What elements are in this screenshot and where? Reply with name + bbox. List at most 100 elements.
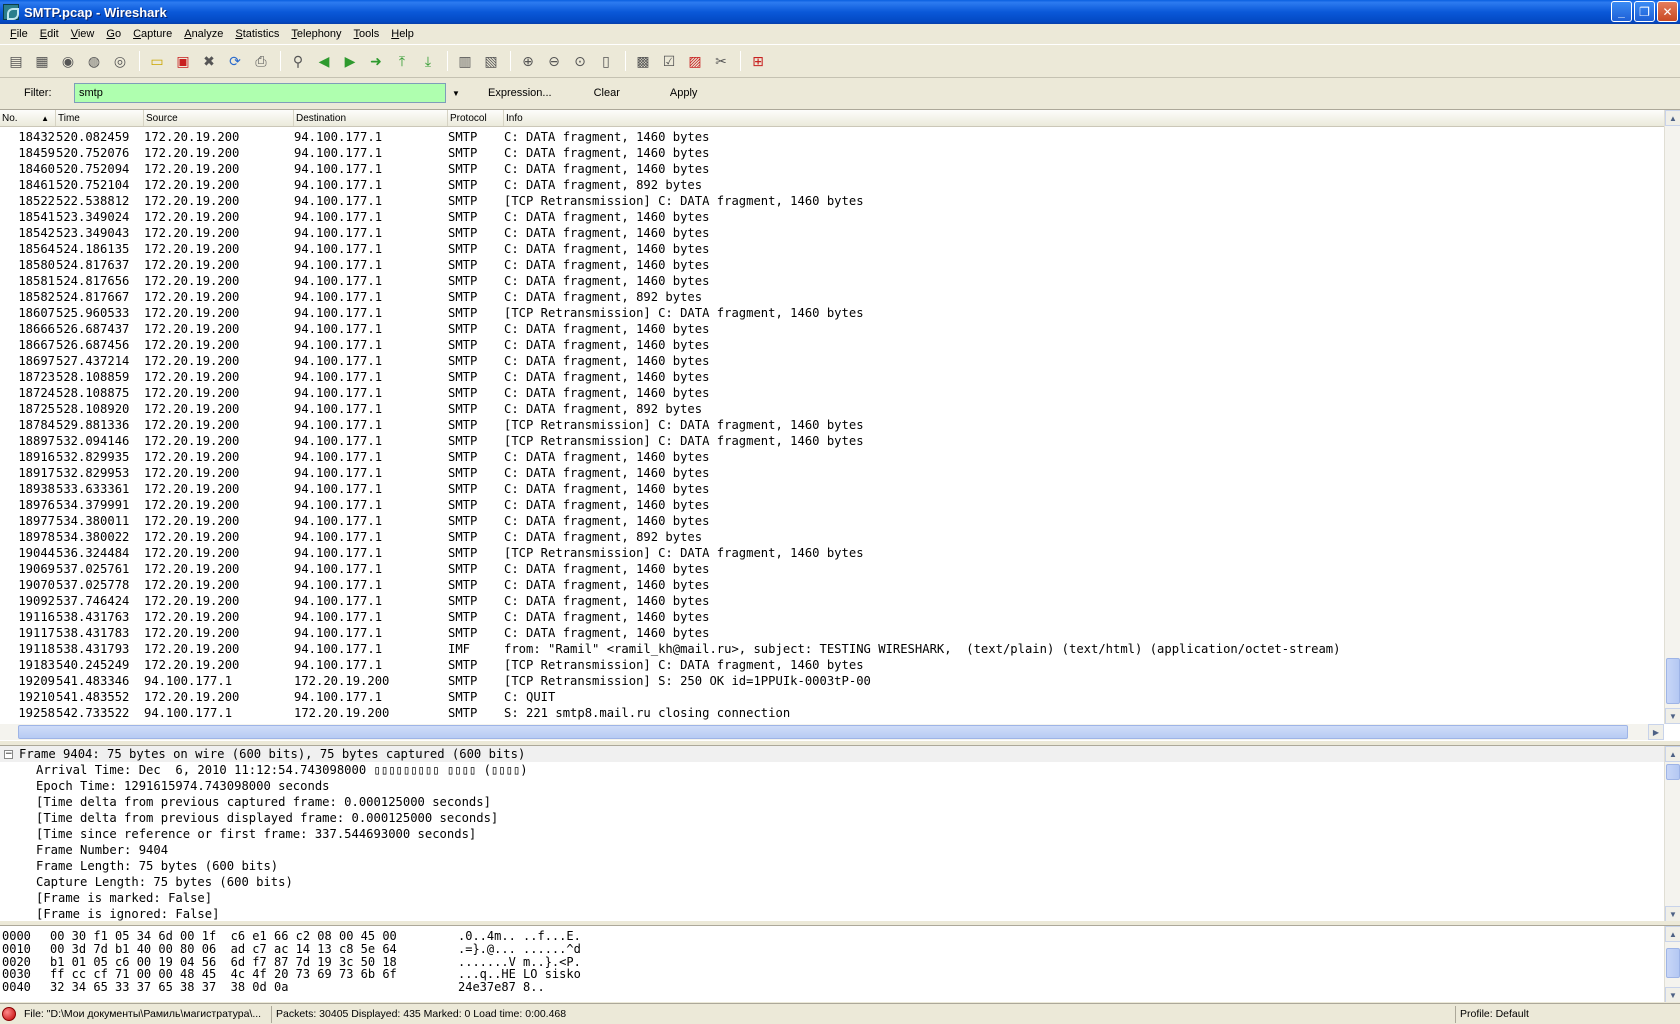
detail-line[interactable]: Capture Length: 75 bytes (600 bits) [0,874,1680,890]
packet-list-hscrollbar[interactable]: ▶ [0,724,1664,740]
packet-row[interactable]: 18460 520.752094 172.20.19.200 94.100.177.1… [0,161,1664,177]
close-button[interactable]: ✕ [1657,1,1678,22]
packet-row[interactable]: 19092 537.746424 172.20.19.200 94.100.177.1… [0,593,1664,609]
detail-line[interactable]: [Time delta from previous captured frame… [0,794,1680,810]
menu-edit[interactable]: Edit [34,28,65,40]
details-scroll-down-icon[interactable]: ▼ [1665,906,1680,921]
detail-line[interactable]: [Frame is marked: False] [0,890,1680,906]
menu-file[interactable]: File [4,28,34,40]
column-no[interactable]: No. ▲ [0,110,56,126]
detail-line[interactable]: [Time delta from previous displayed fram… [0,810,1680,826]
bytes-vscrollbar[interactable]: ▲ ▼ [1664,926,1680,1002]
packet-row[interactable]: 18978 534.380022 172.20.19.200 94.100.177.1… [0,529,1664,545]
start-capture-icon[interactable]: ◉ [56,49,80,73]
packet-row[interactable]: 18723 528.108859 172.20.19.200 94.100.177.1… [0,369,1664,385]
restart-capture-icon[interactable]: ◎ [108,49,132,73]
packet-row[interactable]: 18938 533.633361 172.20.19.200 94.100.177.1… [0,481,1664,497]
packet-row[interactable]: 19258 542.733522 94.100.177.1 172.20.19.200… [0,705,1664,721]
clear-button[interactable]: Clear [584,87,630,99]
packet-row[interactable]: 18581 524.817656 172.20.19.200 94.100.177.1… [0,273,1664,289]
stop-capture-icon[interactable]: ◍ [82,49,106,73]
reload-icon[interactable]: ⟳ [223,49,247,73]
packet-row[interactable]: 19116 538.431763 172.20.19.200 94.100.177.1… [0,609,1664,625]
details-vscrollbar[interactable]: ▲ ▼ [1664,746,1680,921]
expression-button[interactable]: Expression... [478,87,562,99]
packet-row[interactable]: 18916 532.829935 172.20.19.200 94.100.177.1… [0,449,1664,465]
go-back-icon[interactable]: ◀ [312,49,336,73]
expert-info-icon[interactable] [2,1007,16,1021]
zoom-out-icon[interactable]: ⊖ [542,49,566,73]
packet-row[interactable]: 18897 532.094146 172.20.19.200 94.100.177.1… [0,433,1664,449]
hscroll-thumb[interactable] [18,725,1628,739]
open-file-icon[interactable]: ▭ [145,49,169,73]
menu-tools[interactable]: Tools [348,28,386,40]
display-filter-input[interactable] [74,83,446,103]
packet-row[interactable]: 19044 536.324484 172.20.19.200 94.100.177.1… [0,545,1664,561]
column-destination[interactable]: Destination [294,110,448,126]
packet-row[interactable]: 18564 524.186135 172.20.19.200 94.100.177.1… [0,241,1664,257]
byte-line[interactable]: 0010 00 3d 7d b1 40 00 80 06 ad c7 ac 14 … [0,942,1680,956]
detail-line[interactable]: Frame Number: 9404 [0,842,1680,858]
byte-line[interactable]: 0000 00 30 f1 05 34 6d 00 1f c6 e1 66 c2 … [0,930,1680,943]
preferences-icon[interactable]: ✂ [709,49,733,73]
packet-row[interactable]: 18432 520.082459 172.20.19.200 94.100.177.1… [0,129,1664,145]
packet-row[interactable]: 19183 540.245249 172.20.19.200 94.100.177.1… [0,657,1664,673]
scroll-down-icon[interactable]: ▼ [1665,708,1680,724]
menu-help[interactable]: Help [385,28,420,40]
menu-go[interactable]: Go [100,28,127,40]
go-forward-icon[interactable]: ▶ [338,49,362,73]
filter-dropdown-icon[interactable]: ▼ [448,83,464,103]
packet-row[interactable]: 19210 541.483552 172.20.19.200 94.100.177.1… [0,689,1664,705]
help-icon[interactable]: ⊞ [746,49,770,73]
scroll-thumb[interactable] [1666,658,1680,704]
packet-row[interactable]: 18461 520.752104 172.20.19.200 94.100.177.1… [0,177,1664,193]
bytes-scroll-down-icon[interactable]: ▼ [1665,987,1680,1002]
byte-line[interactable]: 0040 32 34 65 33 37 65 38 37 38 0d 0a 24e3… [0,981,1680,994]
capture-filters-icon[interactable]: ▩ [631,49,655,73]
column-protocol[interactable]: Protocol [448,110,504,126]
go-to-packet-icon[interactable]: ➜ [364,49,388,73]
packet-row[interactable]: 19118 538.431793 172.20.19.200 94.100.177.1… [0,641,1664,657]
print-icon[interactable]: ⎙ [249,49,273,73]
scroll-up-icon[interactable]: ▲ [1665,110,1680,126]
details-scroll-thumb[interactable] [1666,764,1680,780]
capture-options-icon[interactable]: ▦ [30,49,54,73]
title-bar[interactable]: SMTP.pcap - Wireshark _ ❐ ✕ [0,0,1680,24]
status-profile[interactable]: Profile: Default [1456,1006,1680,1023]
packet-row[interactable]: 18667 526.687456 172.20.19.200 94.100.177.1… [0,337,1664,353]
column-info[interactable]: Info [504,110,1664,126]
packet-list-vscrollbar[interactable]: ▲ ▼ [1664,110,1680,724]
bytes-scroll-up-icon[interactable]: ▲ [1665,926,1680,942]
interfaces-icon[interactable]: ▤ [4,49,28,73]
packet-row[interactable]: 18784 529.881336 172.20.19.200 94.100.177.1… [0,417,1664,433]
packet-row[interactable]: 18459 520.752076 172.20.19.200 94.100.177.1… [0,145,1664,161]
packet-row[interactable]: 18976 534.379991 172.20.19.200 94.100.177.1… [0,497,1664,513]
details-scroll-up-icon[interactable]: ▲ [1665,746,1680,762]
column-time[interactable]: Time [56,110,144,126]
close-file-icon[interactable]: ✖ [197,49,221,73]
resize-columns-icon[interactable]: ▯ [594,49,618,73]
packet-row[interactable]: 18977 534.380011 172.20.19.200 94.100.177.1… [0,513,1664,529]
detail-line[interactable]: Arrival Time: Dec 6, 2010 11:12:54.74309… [0,762,1680,778]
packet-row[interactable]: 19209 541.483346 94.100.177.1 172.20.19.200… [0,673,1664,689]
bytes-scroll-thumb[interactable] [1666,948,1680,978]
minimize-button[interactable]: _ [1611,1,1632,22]
maximize-button[interactable]: ❐ [1634,1,1655,22]
find-packet-icon[interactable]: ⚲ [286,49,310,73]
go-first-packet-icon[interactable]: ⤒ [390,49,414,73]
coloring-rules-icon[interactable]: ▨ [683,49,707,73]
go-last-packet-icon[interactable]: ⤓ [416,49,440,73]
menu-view[interactable]: View [65,28,101,40]
packet-row[interactable]: 18724 528.108875 172.20.19.200 94.100.177.1… [0,385,1664,401]
packet-row[interactable]: 18666 526.687437 172.20.19.200 94.100.177.1… [0,321,1664,337]
menu-telephony[interactable]: Telephony [285,28,347,40]
auto-scroll-icon[interactable]: ▧ [479,49,503,73]
packet-row[interactable]: 18582 524.817667 172.20.19.200 94.100.177.1… [0,289,1664,305]
save-file-icon[interactable]: ▣ [171,49,195,73]
menu-analyze[interactable]: Analyze [178,28,229,40]
packet-row[interactable]: 18725 528.108920 172.20.19.200 94.100.177.1… [0,401,1664,417]
packet-row[interactable]: 18541 523.349024 172.20.19.200 94.100.177.1… [0,209,1664,225]
frame-tree-item[interactable]: − Frame 9404: 75 bytes on wire (600 bits… [0,746,1680,762]
apply-button[interactable]: Apply [660,87,708,99]
packet-row[interactable]: 18917 532.829953 172.20.19.200 94.100.177.1… [0,465,1664,481]
